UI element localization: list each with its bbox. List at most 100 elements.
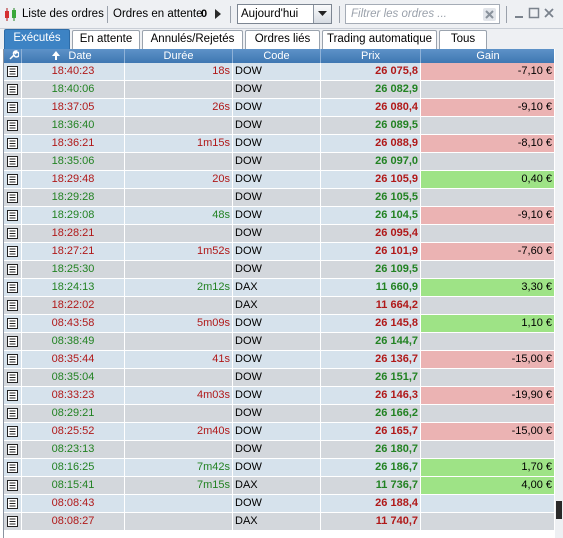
pending-orders-label[interactable]: Ordres en attente <box>113 8 203 20</box>
document-icon[interactable] <box>7 282 18 293</box>
row-detail-cell[interactable] <box>4 153 22 170</box>
table-row[interactable]: 18:24:13 2m12s DAX 11 660,9 3,30 € <box>4 279 554 297</box>
scrollbar-thumb[interactable] <box>556 501 562 519</box>
row-detail-cell[interactable] <box>4 441 22 458</box>
table-row[interactable]: 18:37:05 26s DOW 26 080,4 -9,10 € <box>4 99 554 117</box>
tab-tous[interactable]: Tous <box>439 30 487 49</box>
header-settings-cell[interactable] <box>4 49 22 63</box>
row-detail-cell[interactable] <box>4 423 22 440</box>
document-icon[interactable] <box>7 354 18 365</box>
dropdown-button[interactable] <box>313 5 331 23</box>
document-icon[interactable] <box>7 84 18 95</box>
row-detail-cell[interactable] <box>4 135 22 152</box>
document-icon[interactable] <box>7 426 18 437</box>
table-row[interactable]: 18:29:28 DOW 26 105,5 <box>4 189 554 207</box>
row-detail-cell[interactable] <box>4 513 22 530</box>
close-icon[interactable] <box>543 7 555 19</box>
document-icon[interactable] <box>7 408 18 419</box>
table-row[interactable]: 08:25:52 2m40s DOW 26 165,7 -15,00 € <box>4 423 554 441</box>
document-icon[interactable] <box>7 66 18 77</box>
scrollbar[interactable] <box>555 49 563 538</box>
row-detail-cell[interactable] <box>4 369 22 386</box>
table-row[interactable]: 18:22:02 DAX 11 664,2 <box>4 297 554 315</box>
document-icon[interactable] <box>7 516 18 527</box>
table-row[interactable]: 18:40:06 DOW 26 082,9 <box>4 81 554 99</box>
row-detail-cell[interactable] <box>4 387 22 404</box>
table-row[interactable]: 08:38:49 DOW 26 144,7 <box>4 333 554 351</box>
table-row[interactable]: 08:29:21 DOW 26 166,2 <box>4 405 554 423</box>
wrench-icon[interactable] <box>8 50 19 61</box>
document-icon[interactable] <box>7 192 18 203</box>
table-row[interactable]: 08:08:27 DAX 11 740,7 <box>4 513 554 531</box>
table-row[interactable]: 08:33:23 4m03s DOW 26 146,3 -19,90 € <box>4 387 554 405</box>
document-icon[interactable] <box>7 480 18 491</box>
row-detail-cell[interactable] <box>4 315 22 332</box>
table-row[interactable]: 18:35:06 DOW 26 097,0 <box>4 153 554 171</box>
row-detail-cell[interactable] <box>4 243 22 260</box>
row-detail-cell[interactable] <box>4 333 22 350</box>
document-icon[interactable] <box>7 174 18 185</box>
row-detail-cell[interactable] <box>4 261 22 278</box>
tab-annules-rejetes[interactable]: Annulés/Rejetés <box>142 30 243 49</box>
tab-trading-automatique[interactable]: Trading automatique <box>322 30 437 49</box>
document-icon[interactable] <box>7 246 18 257</box>
column-header-gain[interactable]: Gain <box>421 49 554 63</box>
table-row[interactable]: 18:29:48 20s DOW 26 105,9 0,40 € <box>4 171 554 189</box>
period-select[interactable]: Aujourd'hui <box>237 4 332 24</box>
document-icon[interactable] <box>7 372 18 383</box>
expand-arrow-icon[interactable] <box>213 8 223 20</box>
document-icon[interactable] <box>7 462 18 473</box>
table-row[interactable]: 08:35:04 DOW 26 151,7 <box>4 369 554 387</box>
column-header-duration[interactable]: Durée <box>125 49 233 63</box>
document-icon[interactable] <box>7 336 18 347</box>
row-detail-cell[interactable] <box>4 459 22 476</box>
document-icon[interactable] <box>7 300 18 311</box>
tab-ordres-lies[interactable]: Ordres liés <box>245 30 320 49</box>
document-icon[interactable] <box>7 264 18 275</box>
row-detail-cell[interactable] <box>4 81 22 98</box>
document-icon[interactable] <box>7 444 18 455</box>
row-detail-cell[interactable] <box>4 297 22 314</box>
table-row[interactable]: 08:35:44 41s DOW 26 136,7 -15,00 € <box>4 351 554 369</box>
column-header-code[interactable]: Code <box>233 49 321 63</box>
document-icon[interactable] <box>7 138 18 149</box>
table-row[interactable]: 08:16:25 7m42s DOW 26 186,7 1,70 € <box>4 459 554 477</box>
row-detail-cell[interactable] <box>4 117 22 134</box>
row-detail-cell[interactable] <box>4 405 22 422</box>
row-detail-cell[interactable] <box>4 225 22 242</box>
table-row[interactable]: 18:25:30 DOW 26 109,5 <box>4 261 554 279</box>
minimize-icon[interactable] <box>513 7 525 19</box>
document-icon[interactable] <box>7 156 18 167</box>
row-detail-cell[interactable] <box>4 63 22 80</box>
document-icon[interactable] <box>7 390 18 401</box>
clear-filter-icon[interactable] <box>483 8 496 21</box>
table-row[interactable]: 08:08:43 DOW 26 188,4 <box>4 495 554 513</box>
column-header-price[interactable]: Prix <box>321 49 421 63</box>
row-detail-cell[interactable] <box>4 351 22 368</box>
document-icon[interactable] <box>7 228 18 239</box>
filter-orders-input[interactable]: Filtrer les ordres ... <box>345 4 500 24</box>
row-detail-cell[interactable] <box>4 477 22 494</box>
table-row[interactable]: 18:36:40 DOW 26 089,5 <box>4 117 554 135</box>
document-icon[interactable] <box>7 102 18 113</box>
document-icon[interactable] <box>7 210 18 221</box>
document-icon[interactable] <box>7 318 18 329</box>
row-detail-cell[interactable] <box>4 99 22 116</box>
column-header-date[interactable]: Date <box>22 49 125 63</box>
row-detail-cell[interactable] <box>4 495 22 512</box>
table-row[interactable]: 18:27:21 1m52s DOW 26 101,9 -7,60 € <box>4 243 554 261</box>
tab-executes[interactable]: Exécutés <box>4 29 70 49</box>
tab-en-attente[interactable]: En attente <box>72 30 140 49</box>
table-row[interactable]: 18:28:21 DOW 26 095,4 <box>4 225 554 243</box>
table-row[interactable]: 18:29:08 48s DOW 26 104,5 -9,10 € <box>4 207 554 225</box>
maximize-icon[interactable] <box>528 7 540 19</box>
document-icon[interactable] <box>7 498 18 509</box>
row-detail-cell[interactable] <box>4 207 22 224</box>
row-detail-cell[interactable] <box>4 279 22 296</box>
table-row[interactable]: 18:40:23 18s DOW 26 075,8 -7,10 € <box>4 63 554 81</box>
row-detail-cell[interactable] <box>4 189 22 206</box>
document-icon[interactable] <box>7 120 18 131</box>
table-row[interactable]: 18:36:21 1m15s DOW 26 088,9 -8,10 € <box>4 135 554 153</box>
table-row[interactable]: 08:43:58 5m09s DOW 26 145,8 1,10 € <box>4 315 554 333</box>
table-row[interactable]: 08:23:13 DOW 26 180,7 <box>4 441 554 459</box>
